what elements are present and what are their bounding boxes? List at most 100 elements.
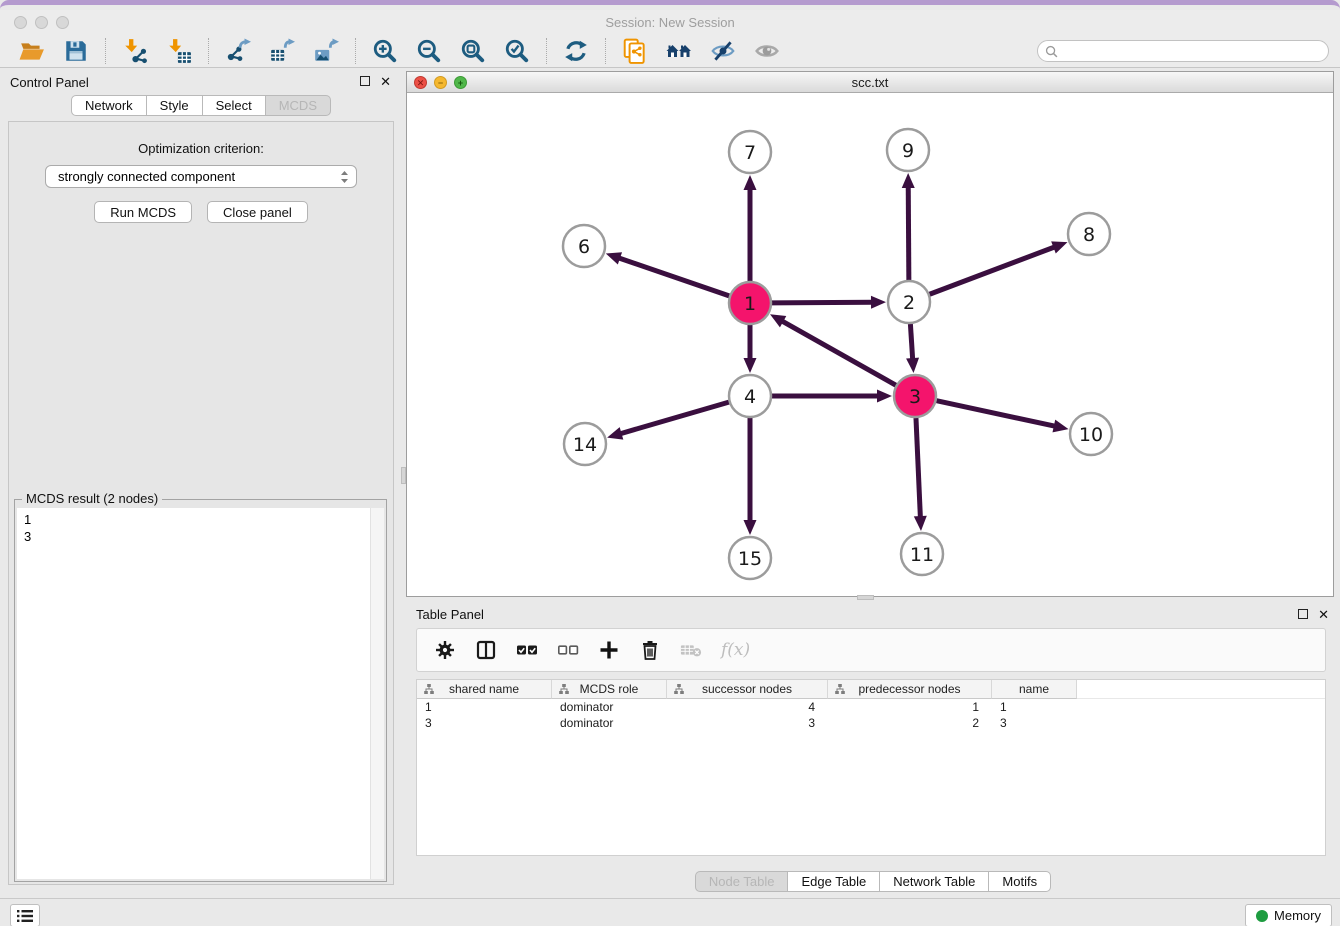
table-cell[interactable]: 3 [667, 715, 828, 731]
open-session-icon[interactable] [19, 38, 45, 64]
column-settings-icon[interactable] [434, 639, 456, 661]
criterion-dropdown-value: strongly connected component [58, 169, 339, 184]
node-table: shared nameMCDS role successor nodes prede… [416, 679, 1326, 856]
tab-network-table[interactable]: Network Table [880, 871, 989, 892]
function-builder-icon[interactable]: f(x) [721, 639, 750, 661]
zoom-selected-icon[interactable] [504, 38, 530, 64]
graph-node-label: 3 [909, 386, 921, 408]
close-panel-icon[interactable]: ✕ [380, 74, 391, 90]
table-row[interactable]: 1dominator411 [417, 699, 1325, 715]
column-header-predecessor-nodes[interactable]: predecessor nodes [828, 680, 992, 699]
column-header-name[interactable]: name [992, 680, 1077, 699]
graph-edge-4-14[interactable] [619, 402, 729, 434]
close-panel-button[interactable]: Close panel [207, 201, 308, 223]
float-table-panel-icon[interactable] [1298, 609, 1308, 619]
search-input[interactable] [1063, 44, 1328, 58]
select-all-columns-icon[interactable] [516, 639, 538, 661]
search-box [1037, 40, 1329, 62]
memory-button[interactable]: Memory [1245, 904, 1332, 926]
save-session-icon[interactable] [63, 38, 89, 64]
table-cell[interactable]: 1 [992, 699, 1077, 715]
tab-select[interactable]: Select [203, 95, 266, 116]
refresh-layout-icon[interactable] [563, 38, 589, 64]
graph-svg: 7968124314101511 [407, 94, 1333, 597]
graph-edge-arrowhead [914, 516, 927, 531]
deselect-all-columns-icon[interactable] [557, 639, 579, 661]
tab-network[interactable]: Network [71, 95, 147, 116]
column-header-mcds-role[interactable]: MCDS role [552, 680, 667, 699]
network-view-window: ✕ − + scc.txt 7968124314101511 [406, 71, 1334, 597]
optimization-criterion-label: Optimization criterion: [9, 141, 393, 156]
list-icon [16, 909, 34, 923]
graph-edge-1-2[interactable] [772, 302, 874, 303]
export-network-icon[interactable] [225, 38, 251, 64]
toolbar-separator [355, 38, 356, 64]
table-cell[interactable]: 3 [992, 715, 1077, 731]
result-scrollbar[interactable] [370, 508, 384, 879]
column-layout-icon[interactable] [475, 639, 497, 661]
table-cell[interactable]: dominator [552, 699, 667, 715]
graph-edge-3-11[interactable] [916, 418, 920, 519]
vertical-splitter-grip[interactable] [401, 467, 406, 484]
column-tree-icon [423, 683, 435, 695]
graph-edge-2-9[interactable] [908, 185, 909, 280]
delete-table-icon[interactable] [680, 639, 702, 661]
show-selected-icon[interactable] [754, 38, 780, 64]
network-window-titlebar: ✕ − + scc.txt [407, 72, 1333, 93]
export-table-icon[interactable] [269, 38, 295, 64]
table-cell[interactable]: 3 [417, 715, 552, 731]
delete-column-icon[interactable] [639, 639, 661, 661]
export-image-icon[interactable] [313, 38, 339, 64]
table-cell[interactable]: 1 [828, 699, 992, 715]
tab-mcds[interactable]: MCDS [266, 95, 331, 116]
graph-node-label: 8 [1083, 224, 1095, 246]
import-network-icon[interactable] [122, 38, 148, 64]
control-panel-tabs: NetworkStyleSelectMCDS [0, 95, 402, 116]
toolbar-separator [105, 38, 106, 64]
zoom-out-icon[interactable] [416, 38, 442, 64]
show-all-networks-icon[interactable] [666, 38, 692, 64]
network-canvas[interactable]: 7968124314101511 [407, 94, 1333, 596]
toolbar-separator [208, 38, 209, 64]
graph-node-label: 1 [744, 293, 756, 315]
table-cell[interactable]: 2 [828, 715, 992, 731]
table-row[interactable]: 3dominator323 [417, 715, 1325, 731]
graph-edge-3-1[interactable] [780, 320, 895, 385]
graph-edge-2-8[interactable] [930, 246, 1057, 294]
criterion-dropdown[interactable]: strongly connected component [45, 165, 357, 188]
toolbar-separator [605, 38, 606, 64]
hide-selected-icon[interactable] [710, 38, 736, 64]
table-cell[interactable]: 4 [667, 699, 828, 715]
table-cell[interactable]: 1 [417, 699, 552, 715]
fit-content-icon[interactable] [460, 38, 486, 64]
close-table-panel-icon[interactable]: ✕ [1318, 607, 1329, 623]
graph-edge-1-6[interactable] [617, 257, 729, 295]
table-cell[interactable]: dominator [552, 715, 667, 731]
column-header-shared-name[interactable]: shared name [417, 680, 552, 699]
graph-edge-arrowhead [902, 173, 915, 188]
column-header-successor-nodes[interactable]: successor nodes [667, 680, 828, 699]
float-panel-icon[interactable] [360, 76, 370, 86]
clone-network-icon[interactable] [622, 38, 648, 64]
tab-node-table[interactable]: Node Table [695, 871, 789, 892]
horizontal-splitter-grip[interactable] [857, 595, 874, 600]
tab-style[interactable]: Style [147, 95, 203, 116]
column-header-label: successor nodes [702, 682, 792, 696]
add-column-icon[interactable] [598, 639, 620, 661]
mcds-result-list: 13 [17, 508, 370, 879]
graph-edge-arrowhead [906, 358, 919, 373]
table-panel-titlebar: Table Panel ✕ [406, 601, 1340, 627]
application-window: Session: New Session [0, 0, 1340, 926]
graph-edge-2-3[interactable] [910, 324, 912, 361]
zoom-in-icon[interactable] [372, 38, 398, 64]
import-table-icon[interactable] [166, 38, 192, 64]
tab-edge-table[interactable]: Edge Table [788, 871, 880, 892]
control-panel-title: Control Panel [10, 75, 89, 90]
run-mcds-button[interactable]: Run MCDS [94, 201, 192, 223]
tab-motifs[interactable]: Motifs [989, 871, 1051, 892]
control-panel: Control Panel ✕ NetworkStyleSelectMCDS O… [0, 68, 402, 887]
graph-node-label: 10 [1079, 424, 1103, 446]
panel-menu-button[interactable] [10, 904, 40, 926]
graph-node-label: 2 [903, 292, 915, 314]
graph-edge-3-10[interactable] [937, 401, 1057, 427]
